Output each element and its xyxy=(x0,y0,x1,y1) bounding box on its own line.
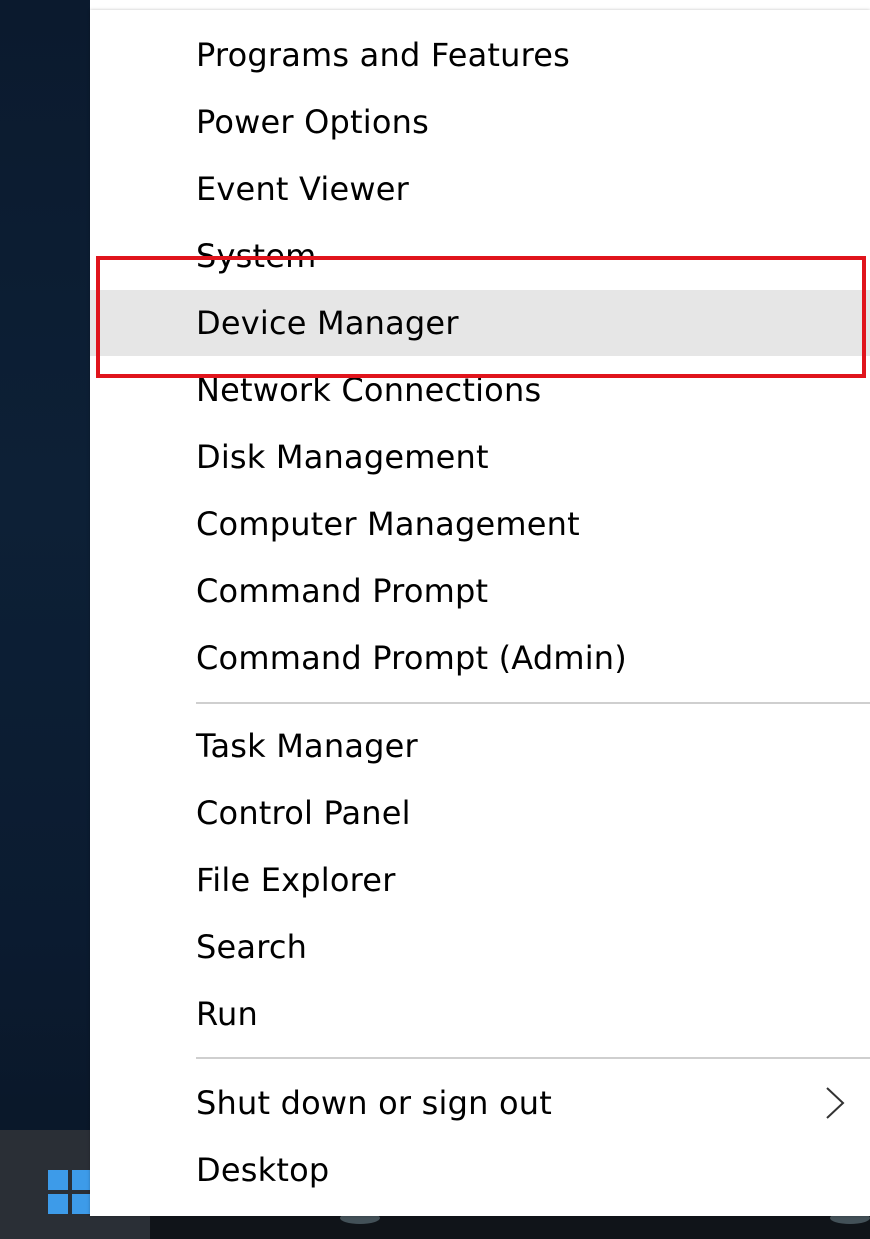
menu-item-label: Power Options xyxy=(196,103,429,141)
menu-item-label: Command Prompt (Admin) xyxy=(196,639,627,677)
menu-item-power-options[interactable]: Power Options xyxy=(90,89,870,155)
menu-item-computer-management[interactable]: Computer Management xyxy=(90,491,870,557)
menu-item-network-connections[interactable]: Network Connections xyxy=(90,357,870,423)
menu-item-label: Computer Management xyxy=(196,505,580,543)
menu-item-label: Task Manager xyxy=(196,727,418,765)
menu-item-desktop[interactable]: Desktop xyxy=(90,1137,870,1203)
menu-item-system[interactable]: System xyxy=(90,223,870,289)
menu-item-run[interactable]: Run xyxy=(90,981,870,1047)
menu-item-label: Network Connections xyxy=(196,371,542,409)
menu-item-label: Search xyxy=(196,928,308,966)
menu-item-control-panel[interactable]: Control Panel xyxy=(90,780,870,846)
menu-item-label: Programs and Features xyxy=(196,36,571,74)
menu-item-label: File Explorer xyxy=(196,861,396,899)
menu-separator xyxy=(196,1057,870,1059)
menu-item-device-manager[interactable]: Device Manager xyxy=(90,290,870,356)
desktop-background xyxy=(0,0,90,1239)
screen: Programs and Features Power Options Even… xyxy=(0,0,870,1239)
menu-item-shut-down-or-sign-out[interactable]: Shut down or sign out xyxy=(90,1070,870,1136)
menu-item-event-viewer[interactable]: Event Viewer xyxy=(90,156,870,222)
menu-item-task-manager[interactable]: Task Manager xyxy=(90,713,870,779)
chevron-right-icon xyxy=(826,1087,845,1119)
windows-logo-icon[interactable] xyxy=(48,1170,92,1214)
menu-item-label: Shut down or sign out xyxy=(196,1084,552,1122)
menu-item-label: Run xyxy=(196,995,258,1033)
menu-item-label: Disk Management xyxy=(196,438,489,476)
menu-item-file-explorer[interactable]: File Explorer xyxy=(90,847,870,913)
menu-item-label: System xyxy=(196,237,317,275)
menu-item-label: Command Prompt xyxy=(196,572,489,610)
menu-item-label: Desktop xyxy=(196,1151,330,1189)
menu-separator xyxy=(196,702,870,704)
menu-item-disk-management[interactable]: Disk Management xyxy=(90,424,870,490)
power-user-menu: Programs and Features Power Options Even… xyxy=(90,10,870,1216)
menu-item-label: Device Manager xyxy=(196,304,459,342)
menu-item-search[interactable]: Search xyxy=(90,914,870,980)
menu-item-label: Event Viewer xyxy=(196,170,410,208)
menu-item-label: Control Panel xyxy=(196,794,411,832)
menu-item-command-prompt-admin[interactable]: Command Prompt (Admin) xyxy=(90,625,870,691)
menu-item-programs-and-features[interactable]: Programs and Features xyxy=(90,22,870,88)
menu-item-command-prompt[interactable]: Command Prompt xyxy=(90,558,870,624)
